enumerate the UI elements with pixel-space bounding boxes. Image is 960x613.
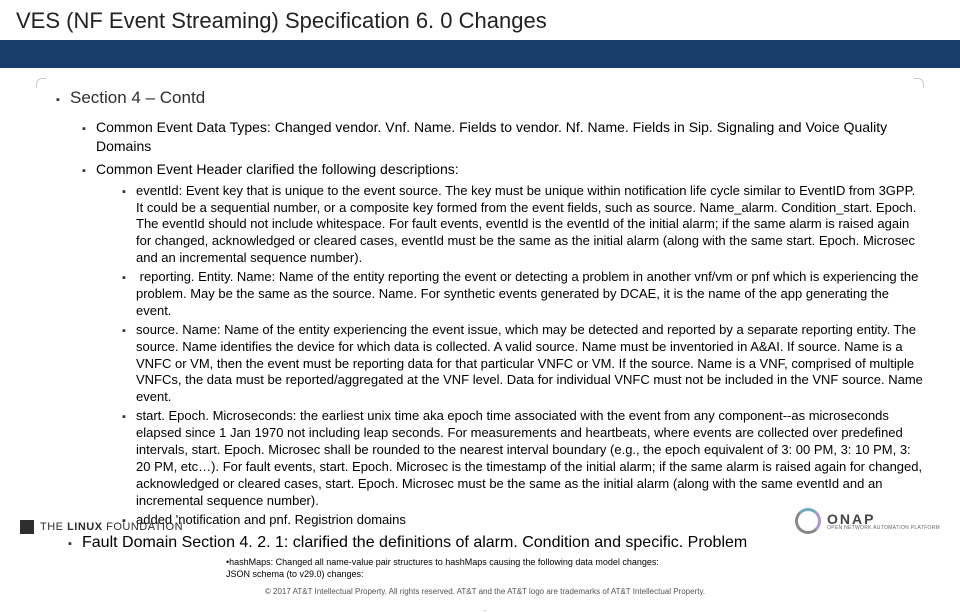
level1-item: Common Event Header clarified the follow… xyxy=(96,160,924,179)
level0-item: Fault Domain Section 4. 2. 1: clarified … xyxy=(82,532,924,554)
fine-print-note: JSON schema (to v29.0) changes: xyxy=(226,569,924,579)
corner-frame-tr xyxy=(914,78,924,88)
linux-foundation-mark-icon xyxy=(20,520,34,534)
linux-foundation-text: THE LINUX FOUNDATION xyxy=(40,521,183,533)
level2-item: start. Epoch. Microseconds: the earliest… xyxy=(136,408,924,509)
onap-name: ONAP xyxy=(827,512,940,526)
level1-item: Common Event Data Types: Changed vendor.… xyxy=(96,118,924,156)
onap-logo: ONAP OPEN NETWORK AUTOMATION PLATFORM xyxy=(795,508,940,534)
corner-frame-tl xyxy=(36,78,46,88)
accent-band xyxy=(0,40,960,68)
copyright-text: © 2017 AT&T Intellectual Property. All r… xyxy=(46,587,924,596)
title-bar: VES (NF Event Streaming) Specification 6… xyxy=(0,0,960,40)
level2-item: eventId: Event key that is unique to the… xyxy=(136,183,924,267)
lf-linux: LINUX xyxy=(67,521,103,533)
section-heading: Section 4 – Contd xyxy=(70,88,924,108)
page-title: VES (NF Event Streaming) Specification 6… xyxy=(16,8,944,34)
copyright-dot: . xyxy=(46,604,924,613)
lf-foundation: FOUNDATION xyxy=(106,521,183,533)
onap-subtitle: OPEN NETWORK AUTOMATION PLATFORM xyxy=(827,526,940,531)
linux-foundation-logo: THE LINUX FOUNDATION xyxy=(20,520,183,534)
lf-the: THE xyxy=(40,521,64,533)
onap-ring-icon xyxy=(795,508,821,534)
level2-item: source. Name: Name of the entity experie… xyxy=(136,322,924,406)
level2-item: reporting. Entity. Name: Name of the ent… xyxy=(136,269,924,320)
onap-text: ONAP OPEN NETWORK AUTOMATION PLATFORM xyxy=(827,512,940,531)
fine-print-note: hashMaps: Changed all name-value pair st… xyxy=(226,557,924,567)
